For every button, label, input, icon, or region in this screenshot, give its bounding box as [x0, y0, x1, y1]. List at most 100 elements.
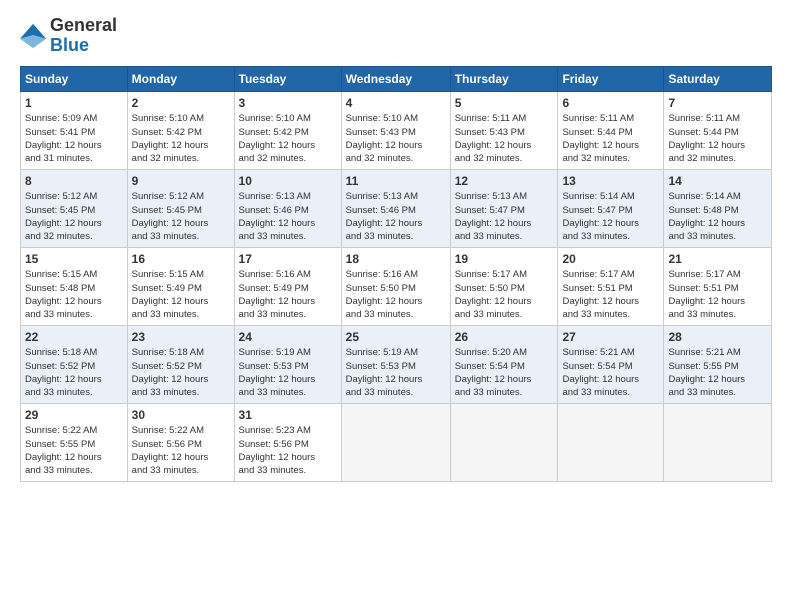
sunset-text: Sunset: 5:53 PM — [346, 361, 416, 372]
sunrise-text: Sunrise: 5:18 AM — [25, 347, 97, 358]
calendar-day-cell: 30Sunrise: 5:22 AMSunset: 5:56 PMDayligh… — [127, 403, 234, 481]
calendar-day-cell: 17Sunrise: 5:16 AMSunset: 5:49 PMDayligh… — [234, 247, 341, 325]
day-number: 3 — [239, 95, 337, 112]
day-number: 24 — [239, 329, 337, 346]
daylight-label: Daylight: 12 hours — [455, 140, 532, 151]
sunrise-text: Sunrise: 5:09 AM — [25, 113, 97, 124]
sunrise-text: Sunrise: 5:10 AM — [346, 113, 418, 124]
sunrise-text: Sunrise: 5:15 AM — [132, 269, 204, 280]
daylight-minutes: and 32 minutes. — [25, 231, 93, 242]
daylight-label: Daylight: 12 hours — [239, 452, 316, 463]
sunrise-text: Sunrise: 5:15 AM — [25, 269, 97, 280]
calendar-day-cell: 9Sunrise: 5:12 AMSunset: 5:45 PMDaylight… — [127, 169, 234, 247]
calendar-day-cell: 11Sunrise: 5:13 AMSunset: 5:46 PMDayligh… — [341, 169, 450, 247]
daylight-minutes: and 33 minutes. — [239, 231, 307, 242]
sunrise-text: Sunrise: 5:19 AM — [239, 347, 311, 358]
daylight-minutes: and 32 minutes. — [562, 153, 630, 164]
daylight-minutes: and 33 minutes. — [668, 387, 736, 398]
calendar-day-cell: 7Sunrise: 5:11 AMSunset: 5:44 PMDaylight… — [664, 91, 772, 169]
daylight-label: Daylight: 12 hours — [346, 374, 423, 385]
sunrise-text: Sunrise: 5:10 AM — [239, 113, 311, 124]
sunrise-text: Sunrise: 5:13 AM — [455, 191, 527, 202]
day-number: 7 — [668, 95, 767, 112]
day-number: 25 — [346, 329, 446, 346]
daylight-label: Daylight: 12 hours — [562, 296, 639, 307]
daylight-label: Daylight: 12 hours — [132, 452, 209, 463]
calendar-day-cell: 24Sunrise: 5:19 AMSunset: 5:53 PMDayligh… — [234, 325, 341, 403]
calendar-day-cell: 25Sunrise: 5:19 AMSunset: 5:53 PMDayligh… — [341, 325, 450, 403]
daylight-label: Daylight: 12 hours — [239, 218, 316, 229]
sunrise-text: Sunrise: 5:11 AM — [455, 113, 527, 124]
calendar-day-cell: 14Sunrise: 5:14 AMSunset: 5:48 PMDayligh… — [664, 169, 772, 247]
daylight-minutes: and 32 minutes. — [239, 153, 307, 164]
day-number: 16 — [132, 251, 230, 268]
daylight-label: Daylight: 12 hours — [25, 452, 102, 463]
day-number: 12 — [455, 173, 554, 190]
sunset-text: Sunset: 5:44 PM — [562, 127, 632, 138]
day-number: 18 — [346, 251, 446, 268]
logo-icon — [20, 22, 48, 50]
daylight-label: Daylight: 12 hours — [562, 374, 639, 385]
sunrise-text: Sunrise: 5:14 AM — [668, 191, 740, 202]
sunset-text: Sunset: 5:46 PM — [346, 205, 416, 216]
sunrise-text: Sunrise: 5:10 AM — [132, 113, 204, 124]
daylight-label: Daylight: 12 hours — [455, 296, 532, 307]
daylight-minutes: and 33 minutes. — [455, 309, 523, 320]
calendar-day-cell: 22Sunrise: 5:18 AMSunset: 5:52 PMDayligh… — [21, 325, 128, 403]
calendar-day-cell: 15Sunrise: 5:15 AMSunset: 5:48 PMDayligh… — [21, 247, 128, 325]
calendar-day-header: Thursday — [450, 66, 558, 91]
sunset-text: Sunset: 5:49 PM — [239, 283, 309, 294]
sunrise-text: Sunrise: 5:17 AM — [668, 269, 740, 280]
daylight-minutes: and 33 minutes. — [668, 231, 736, 242]
calendar-day-cell: 20Sunrise: 5:17 AMSunset: 5:51 PMDayligh… — [558, 247, 664, 325]
sunset-text: Sunset: 5:41 PM — [25, 127, 95, 138]
day-number: 19 — [455, 251, 554, 268]
sunrise-text: Sunrise: 5:16 AM — [239, 269, 311, 280]
sunrise-text: Sunrise: 5:17 AM — [562, 269, 634, 280]
calendar-day-header: Tuesday — [234, 66, 341, 91]
calendar-day-cell: 5Sunrise: 5:11 AMSunset: 5:43 PMDaylight… — [450, 91, 558, 169]
daylight-label: Daylight: 12 hours — [239, 374, 316, 385]
sunrise-text: Sunrise: 5:16 AM — [346, 269, 418, 280]
calendar-day-cell: 3Sunrise: 5:10 AMSunset: 5:42 PMDaylight… — [234, 91, 341, 169]
sunrise-text: Sunrise: 5:18 AM — [132, 347, 204, 358]
daylight-minutes: and 33 minutes. — [346, 231, 414, 242]
sunrise-text: Sunrise: 5:21 AM — [562, 347, 634, 358]
day-number: 11 — [346, 173, 446, 190]
sunset-text: Sunset: 5:51 PM — [562, 283, 632, 294]
calendar-header-row: SundayMondayTuesdayWednesdayThursdayFrid… — [21, 66, 772, 91]
day-number: 22 — [25, 329, 123, 346]
calendar-day-header: Saturday — [664, 66, 772, 91]
daylight-minutes: and 33 minutes. — [239, 465, 307, 476]
day-number: 6 — [562, 95, 659, 112]
day-number: 4 — [346, 95, 446, 112]
daylight-label: Daylight: 12 hours — [132, 374, 209, 385]
calendar-day-cell: 31Sunrise: 5:23 AMSunset: 5:56 PMDayligh… — [234, 403, 341, 481]
daylight-minutes: and 32 minutes. — [668, 153, 736, 164]
sunset-text: Sunset: 5:48 PM — [668, 205, 738, 216]
logo: General Blue — [20, 16, 117, 56]
sunrise-text: Sunrise: 5:21 AM — [668, 347, 740, 358]
daylight-minutes: and 33 minutes. — [132, 465, 200, 476]
calendar-week-row: 22Sunrise: 5:18 AMSunset: 5:52 PMDayligh… — [21, 325, 772, 403]
day-number: 30 — [132, 407, 230, 424]
daylight-minutes: and 33 minutes. — [25, 309, 93, 320]
day-number: 9 — [132, 173, 230, 190]
day-number: 31 — [239, 407, 337, 424]
day-number: 15 — [25, 251, 123, 268]
daylight-minutes: and 33 minutes. — [132, 387, 200, 398]
daylight-label: Daylight: 12 hours — [562, 218, 639, 229]
daylight-minutes: and 33 minutes. — [562, 387, 630, 398]
calendar-day-cell: 6Sunrise: 5:11 AMSunset: 5:44 PMDaylight… — [558, 91, 664, 169]
sunrise-text: Sunrise: 5:13 AM — [239, 191, 311, 202]
sunset-text: Sunset: 5:56 PM — [132, 439, 202, 450]
sunset-text: Sunset: 5:42 PM — [132, 127, 202, 138]
day-number: 13 — [562, 173, 659, 190]
calendar-day-cell: 27Sunrise: 5:21 AMSunset: 5:54 PMDayligh… — [558, 325, 664, 403]
sunset-text: Sunset: 5:51 PM — [668, 283, 738, 294]
calendar-day-cell — [558, 403, 664, 481]
daylight-minutes: and 33 minutes. — [239, 387, 307, 398]
daylight-minutes: and 33 minutes. — [455, 231, 523, 242]
calendar-day-header: Friday — [558, 66, 664, 91]
daylight-minutes: and 32 minutes. — [132, 153, 200, 164]
